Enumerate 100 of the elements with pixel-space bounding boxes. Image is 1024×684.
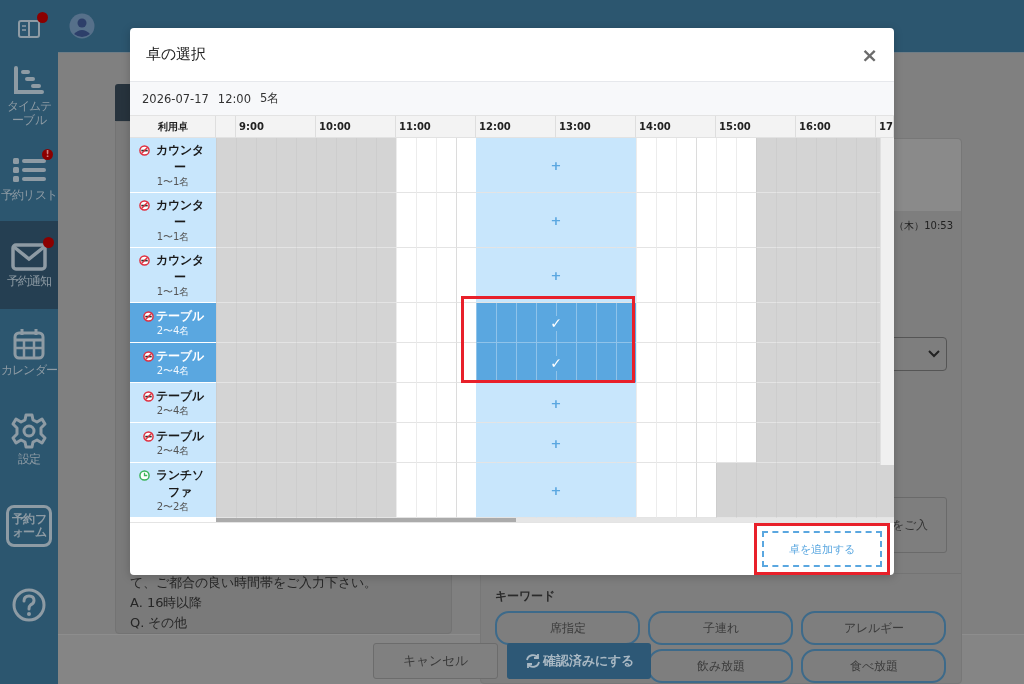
unavailable-slot [276, 463, 296, 518]
selected-slot[interactable] [576, 303, 596, 343]
selected-slot[interactable] [496, 303, 516, 343]
unavailable-slot [316, 463, 336, 518]
help-icon [12, 588, 46, 622]
unavailable-slot [356, 463, 376, 518]
add-table-button[interactable]: 卓を追加する [762, 531, 882, 567]
capacity-text: 2〜4名 [156, 325, 190, 337]
selected-slot[interactable] [596, 303, 616, 343]
unavailable-slot [716, 463, 736, 518]
table-name: テーブル [155, 308, 204, 325]
cancel-button[interactable]: キャンセル [373, 643, 498, 679]
unavailable-slot [756, 303, 776, 343]
unavailable-slot [376, 383, 396, 423]
capacity-text: 1〜1名 [156, 231, 190, 243]
unavailable-slot [236, 138, 256, 193]
table-name-cell[interactable]: カウンター 1〜1名 [130, 193, 216, 248]
unavailable-slot [256, 138, 276, 193]
notification-badge [43, 236, 54, 248]
timetable-icon [13, 65, 45, 96]
unavailable-slot [216, 193, 236, 248]
sidebar-item[interactable]: 予約フォーム [0, 483, 58, 565]
no-smoking-icon [142, 431, 154, 442]
unavailable-slot [816, 138, 836, 193]
calendar-icon [13, 327, 45, 360]
selected-slot[interactable] [496, 343, 516, 383]
hour-header: 11:00 [396, 116, 476, 138]
unavailable-slot [216, 463, 236, 518]
unavailable-slot [236, 463, 256, 518]
table-name: テーブル [155, 388, 204, 405]
table-name-cell[interactable]: カウンター 1〜1名 [130, 138, 216, 193]
capacity-text: 2〜4名 [156, 405, 190, 417]
unavailable-slot [376, 463, 396, 518]
refresh-icon [524, 653, 542, 669]
table-name-cell[interactable]: テーブル 2〜4名 [130, 343, 216, 383]
scrollbar[interactable] [216, 518, 894, 522]
capacity-text: 2〜2名 [156, 501, 190, 513]
unavailable-slot [836, 463, 856, 518]
settings-icon [11, 412, 47, 449]
table-name-cell[interactable]: テーブル 2〜4名 [130, 423, 216, 463]
time-text: 12:00 [217, 91, 251, 106]
selected-slot[interactable] [476, 343, 496, 383]
unavailable-slot [376, 423, 396, 463]
no-smoking-icon [139, 255, 150, 266]
no-smoking-icon [142, 391, 154, 402]
selected-slot[interactable] [516, 343, 536, 383]
unavailable-slot [736, 463, 756, 518]
unavailable-slot [856, 463, 876, 518]
unavailable-slot [296, 138, 316, 193]
keyword-button[interactable]: 食べ放題 [801, 649, 946, 683]
unavailable-slot [216, 343, 236, 383]
keyword-button[interactable]: 子連れ [648, 611, 793, 645]
hour-header: 16:00 [796, 116, 876, 138]
open-slot[interactable] [456, 303, 476, 343]
chevron-icon [928, 350, 940, 358]
notification-badge: ! [42, 148, 53, 160]
dialog-title: 卓の選択 [146, 45, 206, 64]
unavailable-slot [796, 138, 816, 193]
available-slot[interactable] [476, 248, 496, 303]
unavailable-slot [336, 138, 356, 193]
column-header: 利用卓 [130, 116, 216, 138]
scrollbar[interactable] [880, 138, 894, 465]
table-name-cell[interactable]: カウンター 1〜1名 [130, 248, 216, 303]
hour-header: 12:00 [476, 116, 556, 138]
keyword-button[interactable]: アレルギー [801, 611, 946, 645]
hour-header: 10:00 [316, 116, 396, 138]
capacity-text: 2〜4名 [156, 365, 190, 377]
unavailable-slot [796, 463, 816, 518]
selected-slot[interactable] [596, 343, 616, 383]
table-name-cell[interactable]: テーブル 2〜4名 [130, 383, 216, 423]
open-slot[interactable] [456, 248, 476, 303]
table-name: カウンター [154, 197, 205, 231]
sidebar-item[interactable]: 設定 [0, 395, 58, 483]
clock-icon [139, 470, 150, 481]
table-name: カウンター [154, 142, 205, 176]
unavailable-slot [756, 463, 776, 518]
selected-slot[interactable] [516, 303, 536, 343]
sidebar-item[interactable]: ! 予約リスト [0, 135, 58, 221]
available-slot[interactable] [616, 248, 636, 303]
hour-header: 9:00 [236, 116, 316, 138]
sidebar-item[interactable]: タイムテーブル [0, 57, 58, 135]
sidebar-item[interactable]: カレンダー [0, 309, 58, 395]
no-smoking-icon [139, 200, 150, 211]
selected-slot[interactable] [576, 343, 596, 383]
unavailable-slot [216, 423, 236, 463]
unavailable-slot [316, 138, 336, 193]
close-button[interactable]: × [857, 42, 882, 67]
unavailable-slot [816, 463, 836, 518]
sidebar-item[interactable]: 予約通知 [0, 221, 58, 309]
unavailable-slot [776, 138, 796, 193]
table-name-cell[interactable]: テーブル 2〜4名 [130, 303, 216, 343]
unavailable-slot [756, 343, 776, 383]
notification-badge [37, 11, 48, 23]
no-smoking-icon [142, 351, 154, 362]
confirm-button[interactable]: 確認済みにする [507, 643, 651, 679]
table-name-cell[interactable]: ランチソファ 2〜2名 [130, 463, 216, 518]
table-name: テーブル [155, 428, 204, 445]
unavailable-slot [756, 193, 776, 248]
capacity-text: 1〜1名 [156, 176, 190, 188]
party-size-text: 5名 [260, 91, 280, 106]
